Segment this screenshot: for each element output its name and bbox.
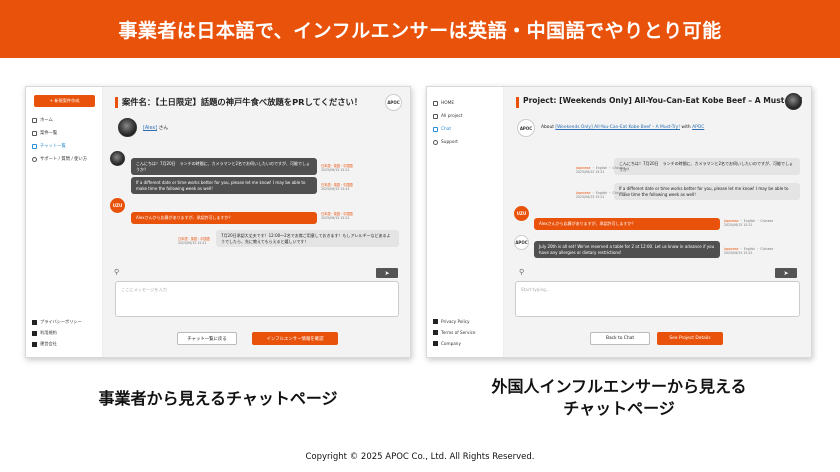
banner-text: 事業者は日本語で、インフルエンサーは英語・中国語でやりとり可能 xyxy=(118,19,722,42)
nav-item-chat[interactable]: チャット一覧 xyxy=(32,143,66,149)
back-to-chat-list-button[interactable]: チャット一覧に戻る xyxy=(177,332,237,345)
influencer-avatar-small xyxy=(110,151,125,166)
own-message-bubble: If a different date or time works better… xyxy=(614,183,800,201)
square-icon xyxy=(32,330,37,336)
message-meta: 日本語・英語・中国語 2025/06/15 15:21 xyxy=(321,164,353,173)
message-bubble: こんにちは！7月20日 ランチの時間に、カメラマンと2名でお伺いしたいのですが、… xyxy=(131,158,317,176)
nav-item-all-project[interactable]: All project xyxy=(433,114,463,119)
business-chat-screenshot: + 新規案件作成 ホーム 案件一覧 チャット一覧 サポート / 質問 / 使い方… xyxy=(25,86,411,358)
sidebar: HOME All project Chat Support Privacy Po… xyxy=(427,87,504,357)
footer-company[interactable]: Company xyxy=(433,341,461,346)
left-caption: 事業者から見えるチャットページ xyxy=(98,389,338,408)
send-button[interactable]: ➤ xyxy=(775,268,797,278)
system-avatar: UZU xyxy=(514,206,529,221)
message-bubble: July 20th is all set! We've reserved a t… xyxy=(534,241,720,259)
see-project-details-button[interactable]: See Project Details xyxy=(657,332,723,345)
footer-terms[interactable]: 利用規約 xyxy=(32,330,57,336)
help-icon xyxy=(433,140,438,145)
nav-item-home[interactable]: HOME xyxy=(433,101,454,106)
message-bubble: If a different date or time works better… xyxy=(131,177,317,195)
square-icon xyxy=(433,341,438,346)
copyright: Copyright © 2025 APOC Co., Ltd. All Righ… xyxy=(305,452,535,462)
square-icon xyxy=(433,319,438,324)
message-meta: Japanese ・ English ・ Chinese 2025/06/15 1… xyxy=(724,247,774,256)
footer-privacy[interactable]: Privacy Policy xyxy=(433,319,470,324)
chat-icon xyxy=(32,143,37,149)
influencer-avatar xyxy=(785,93,802,110)
thumbs-up-icon xyxy=(32,130,37,136)
square-icon xyxy=(32,341,37,347)
message-input[interactable]: ここにメッセージを入力 xyxy=(115,281,399,317)
paper-plane-icon: ➤ xyxy=(783,269,789,277)
company-link[interactable]: APOC xyxy=(692,125,704,130)
thumbs-up-icon xyxy=(433,114,438,119)
message-meta: Japanese ・ English ・ Chinese 2025/06/15 1… xyxy=(724,219,774,228)
footer-terms[interactable]: Terms of Service xyxy=(433,330,476,335)
footer-privacy[interactable]: プライバシーポリシー xyxy=(32,319,82,325)
help-icon xyxy=(32,156,37,162)
company-logo: APOC xyxy=(517,119,535,137)
footer-company[interactable]: 運営会社 xyxy=(32,341,57,347)
message-input[interactable]: Start typing... xyxy=(515,281,800,317)
square-icon xyxy=(32,319,37,325)
message-meta: 日本語・英語・中国語 2025/06/15 15:21 xyxy=(321,212,353,221)
paper-plane-icon: ➤ xyxy=(384,269,390,277)
nav-item-support[interactable]: Support xyxy=(433,140,458,145)
attach-icon[interactable]: ⚲ xyxy=(114,268,119,276)
page-title: 案件名：【土日限定】話題の神戸牛食べ放題をPRしてください！ xyxy=(122,97,363,107)
square-icon xyxy=(433,330,438,335)
message-meta: 日本語・英語・中国語 2025/06/15 15:21 xyxy=(321,183,353,192)
own-message-bubble: 7月20日承認大丈夫です！12:00〜2名でお席ご用意しておきます！もしアレルギ… xyxy=(216,230,399,248)
page-title: Project: [Weekends Only] All-You-Can-Eat… xyxy=(523,96,803,105)
project-link[interactable]: [Weekends Only] All-You-Can-Eat Kobe Bee… xyxy=(555,125,680,130)
system-message-bubble: Alexさんから応募がありますが、承認許可しますか？ xyxy=(534,218,720,230)
top-banner: 事業者は日本語で、インフルエンサーは英語・中国語でやりとり可能 xyxy=(0,0,840,58)
message-meta: Japanese ・ English ・ Chinese 2025/06/15 1… xyxy=(576,166,626,175)
company-avatar: APOC xyxy=(514,235,529,250)
title-accent xyxy=(516,97,519,108)
view-influencer-button[interactable]: インフルエンサー情報を確認 xyxy=(252,332,338,345)
own-message-bubble: こんにちは！7月20日 ランチの時間に、カメラマンと2名でお伺いしたいのですが、… xyxy=(614,158,800,176)
nav-item-chat[interactable]: Chat xyxy=(433,127,451,132)
nav-item-projects[interactable]: 案件一覧 xyxy=(32,130,57,136)
system-avatar: UZU xyxy=(110,198,125,213)
influencer-avatar xyxy=(118,118,137,137)
title-accent xyxy=(115,97,118,108)
message-meta: 日本語・英語・中国語 2025/06/15 15:21 xyxy=(178,237,210,246)
new-project-button[interactable]: + 新規案件作成 xyxy=(34,95,95,107)
nav-item-support[interactable]: サポート / 質問 / 使い方 xyxy=(32,156,87,162)
chat-partner: [Alex] さん xyxy=(143,126,169,131)
back-to-chat-button[interactable]: Back to Chat xyxy=(590,332,650,345)
sidebar: + 新規案件作成 ホーム 案件一覧 チャット一覧 サポート / 質問 / 使い方… xyxy=(26,87,103,357)
attach-icon[interactable]: ⚲ xyxy=(519,268,524,276)
chat-main: 案件名：【土日限定】話題の神戸牛食べ放題をPRしてください！ APOC [Ale… xyxy=(103,87,410,357)
project-about: About [Weekends Only] All-You-Can-Eat Ko… xyxy=(541,125,705,130)
message-meta: Japanese ・ English ・ Chinese 2025/06/15 1… xyxy=(576,191,626,200)
influencer-chat-screenshot: HOME All project Chat Support Privacy Po… xyxy=(426,86,812,358)
home-icon xyxy=(32,117,37,123)
chat-main: Project: [Weekends Only] All-You-Can-Eat… xyxy=(504,87,811,357)
partner-name-link[interactable]: [Alex] xyxy=(143,126,157,131)
home-icon xyxy=(433,101,438,106)
company-logo: APOC xyxy=(385,94,402,111)
system-message-bubble: Alexさんから応募がありますが、承認許可しますか？ xyxy=(131,212,317,224)
nav-item-home[interactable]: ホーム xyxy=(32,117,53,123)
send-button[interactable]: ➤ xyxy=(376,268,398,278)
chat-icon xyxy=(433,127,438,132)
right-caption: 外国人インフルエンサーから見える チャットページ xyxy=(491,377,747,418)
